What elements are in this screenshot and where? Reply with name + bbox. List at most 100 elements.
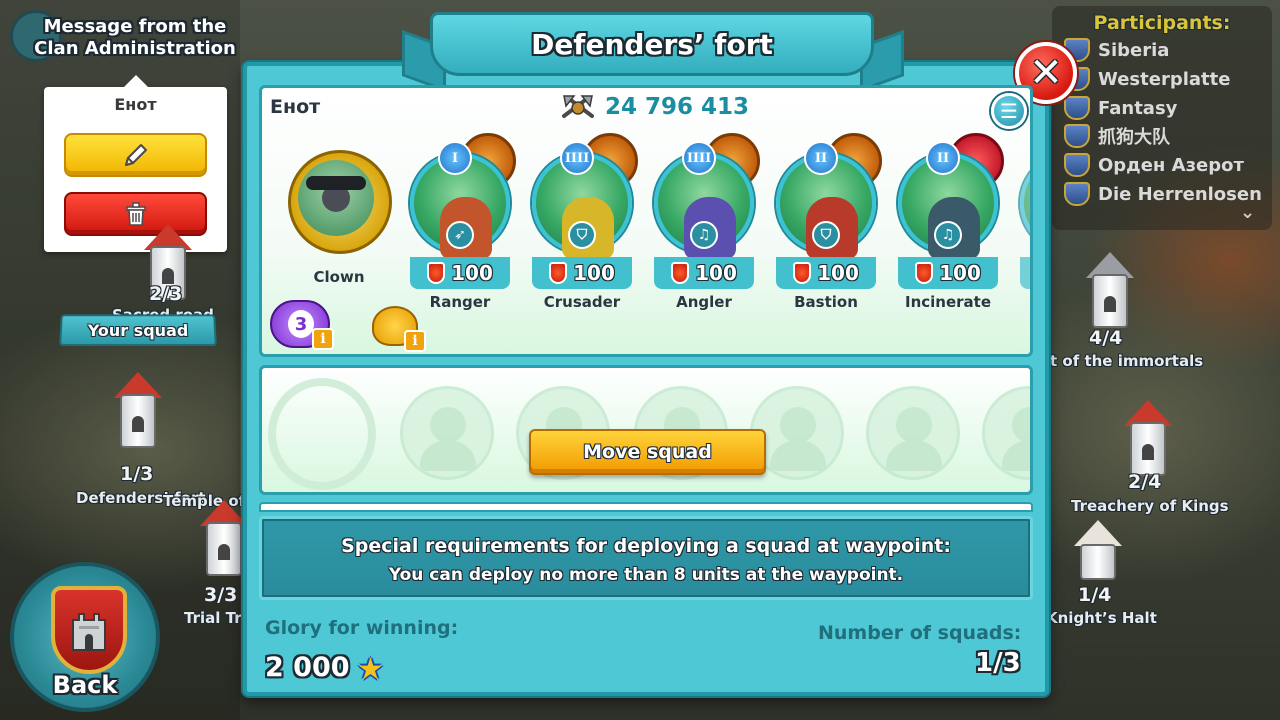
participant-row: Орден Азерот (1064, 151, 1244, 179)
level-gem-icon (549, 262, 568, 284)
waypoint-label: Knight’s Halt (1046, 609, 1157, 627)
waypoint-count: 4/4 (1089, 327, 1123, 349)
pet-level-badge[interactable]: 3 i (270, 300, 336, 352)
hero-level: 100 (776, 257, 876, 289)
waypoint-tower[interactable] (1120, 400, 1176, 480)
shield-icon: ⛉ (812, 221, 840, 249)
squad-card: Енот 24 796 413 ☰ Clown I ➶ 100 Ranger I… (259, 85, 1033, 357)
requirements-title: Special requirements for deploying a squ… (341, 535, 951, 557)
message-title-line2: Clan Administration (34, 38, 236, 59)
menu-icon[interactable]: ☰ (991, 93, 1027, 129)
back-button[interactable]: Back (10, 562, 160, 712)
participants-title: Participants: (1093, 12, 1231, 34)
waypoint-count: 1/4 (1078, 584, 1112, 606)
pencil-icon (124, 144, 147, 166)
divider (259, 502, 1033, 512)
music-icon: ♫ (934, 221, 962, 249)
hero-level: 100 (898, 257, 998, 289)
clan-emblem-icon (1064, 96, 1090, 120)
participant-row: Die Herrenlosen (1064, 180, 1262, 208)
squad-owner-name: Енот (270, 96, 321, 118)
hero-card-crusader[interactable]: IIII ⛉ 100 Crusader (530, 133, 638, 348)
hero-level: 100 (654, 257, 754, 289)
squads-value: 1/3 (975, 648, 1021, 678)
participant-row: Siberia (1064, 36, 1169, 64)
message-title[interactable]: Message from the Clan Administration (30, 16, 240, 60)
waypoint-count: 1/3 (120, 463, 154, 485)
level-gem-icon (671, 262, 690, 284)
empty-leader-slot[interactable] (268, 378, 376, 490)
popup-author-name: Енот (114, 95, 157, 114)
modal-title: Defenders’ fort (430, 12, 874, 76)
rank-badge: I (438, 141, 472, 175)
glory-label: Glory for winning: (265, 617, 459, 639)
shield-icon: ⛉ (568, 221, 596, 249)
participant-name: Орден Азерот (1098, 154, 1244, 176)
waypoint-tower[interactable] (110, 372, 166, 452)
clan-emblem-icon (1064, 124, 1090, 148)
info-icon[interactable]: i (404, 330, 426, 352)
participant-row: Fantasy (1064, 94, 1177, 122)
hero-card-incinerate[interactable]: II ♫ 100 Incinerate (896, 133, 1004, 348)
waypoint-label: t of the immortals (1050, 352, 1204, 370)
empty-hero-slot[interactable] (982, 386, 1030, 480)
hero-level: 100 (532, 257, 632, 289)
participant-name: Fantasy (1098, 97, 1178, 119)
squad-leader-name: Clown (313, 268, 365, 286)
chevron-down-icon[interactable]: ⌄ (1240, 202, 1255, 223)
star-icon: ★ (357, 652, 384, 687)
waypoint-label: Treachery of Kings (1071, 497, 1229, 515)
level-gem-icon (793, 262, 812, 284)
hero-name: Crusader (543, 293, 621, 311)
info-icon[interactable]: i (312, 328, 334, 350)
rank-badge: IIII (560, 141, 594, 175)
message-title-line1: Message from the (43, 16, 227, 37)
participant-row: 抓狗大队 (1064, 122, 1170, 150)
hero-card-partial[interactable] (1018, 133, 1030, 348)
empty-hero-slot[interactable] (866, 386, 960, 480)
edit-message-button[interactable] (64, 133, 207, 177)
waypoint-count: 2/3 (149, 283, 183, 305)
squad-leader-portrait[interactable] (284, 150, 394, 268)
waypoint-label: Trial Tr (184, 609, 242, 627)
participant-name: Siberia (1098, 39, 1170, 61)
participants-panel[interactable]: Participants: Siberia Westerplatte Fanta… (1052, 6, 1272, 230)
message-popup: Енот (44, 75, 227, 252)
clan-emblem-icon (1064, 153, 1090, 177)
hero-name: Bastion (794, 293, 858, 311)
participant-name: Westerplatte (1098, 68, 1231, 90)
requirements-box: Special requirements for deploying a squ… (259, 516, 1033, 600)
crossed-axes-icon (562, 95, 594, 118)
your-squad-ribbon: Your squad (59, 314, 217, 347)
pet-level: 3 (288, 310, 314, 338)
waypoint-count: 3/3 (204, 584, 238, 606)
waypoint-tower[interactable] (1082, 252, 1138, 332)
bow-icon: ➶ (446, 221, 474, 249)
pet-badge[interactable]: i (372, 306, 432, 352)
hero-card-bastion[interactable]: II ⛉ 100 Bastion (774, 133, 882, 348)
requirements-text: You can deploy no more than 8 units at t… (388, 565, 904, 585)
participant-name: 抓狗大队 (1098, 127, 1170, 148)
clan-emblem-icon (1064, 182, 1090, 206)
music-icon: ♫ (690, 221, 718, 249)
rank-badge: II (926, 141, 960, 175)
hero-portrait (1020, 153, 1030, 253)
empty-hero-slot[interactable] (400, 386, 494, 480)
level-gem-icon (915, 262, 934, 284)
hero-level: 100 (410, 257, 510, 289)
rank-badge: II (804, 141, 838, 175)
hero-name: Angler (676, 293, 732, 311)
waypoint-count: 2/4 (1128, 471, 1162, 493)
move-squad-button[interactable]: Move squad (529, 429, 766, 475)
glory-value: 2 000 (265, 652, 350, 683)
hero-card-angler[interactable]: IIII ♫ 100 Angler (652, 133, 760, 348)
level-gem-icon (427, 262, 446, 284)
back-label: Back (52, 671, 118, 699)
squads-label: Number of squads: (818, 622, 1022, 644)
hero-name: Incinerate (904, 293, 991, 311)
squad-power: 24 796 413 (605, 94, 750, 120)
participant-name: Die Herrenlosen (1098, 183, 1262, 205)
rank-badge: IIII (682, 141, 716, 175)
participant-row: Westerplatte (1064, 65, 1230, 93)
castle-icon (51, 586, 127, 674)
